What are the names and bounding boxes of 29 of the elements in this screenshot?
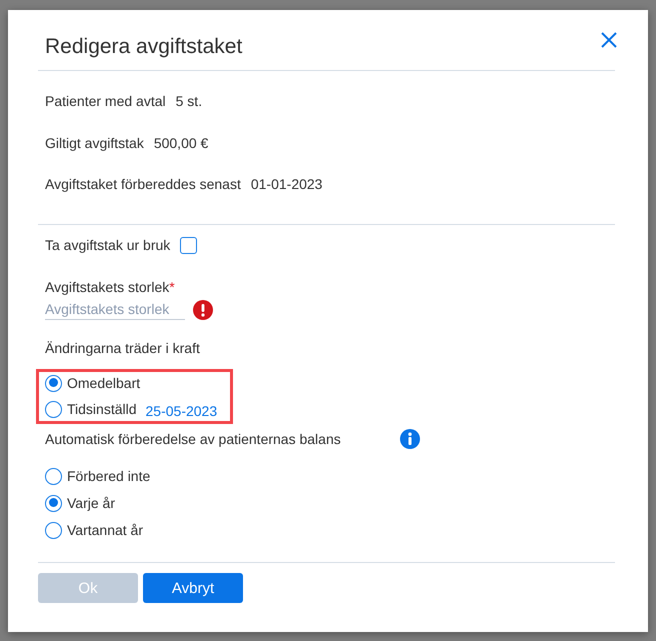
close-icon (601, 32, 617, 48)
date-link[interactable]: 25-05-2023 (146, 401, 218, 421)
radio-label[interactable]: Förbered inte (67, 466, 150, 486)
radio-button[interactable] (45, 374, 62, 392)
required-mark: * (169, 278, 175, 297)
radio-button[interactable] (45, 400, 62, 418)
radio-label[interactable]: Varje år (67, 493, 115, 513)
radio-label[interactable]: Tidsinställd (67, 399, 137, 419)
info-icon[interactable] (400, 429, 420, 449)
dialog-title: Redigera avgiftstaket (45, 34, 242, 60)
radio-button[interactable] (45, 468, 62, 484)
radio-button[interactable] (45, 522, 62, 538)
field-label: Avgiftstakets storlek (45, 278, 170, 297)
info-label: Giltigt avgiftstak (45, 134, 144, 152)
radio-label[interactable]: Omedelbart (67, 373, 140, 393)
section-label: Automatisk förberedelse av patienternas balans (45, 430, 342, 449)
cancel-button[interactable]: Avbryt (143, 573, 243, 603)
radio-button[interactable] (45, 494, 62, 512)
info-label: Patienter med avtal (45, 92, 166, 111)
info-label: Avgiftstaket förbereddes senast (45, 175, 241, 194)
size-input[interactable]: Avgiftstakets storlek (45, 299, 185, 320)
info-value: 5 st. (176, 92, 202, 111)
radio-label[interactable]: Vartannat år (67, 520, 144, 540)
info-value: 500,00 € (154, 134, 208, 152)
section-label: Ändringarna träder i kraft (45, 339, 200, 358)
close-button[interactable] (601, 32, 617, 48)
checkbox-label: Ta avgiftstak ur bruk (45, 236, 170, 255)
info-value: 01-01-2023 (250, 175, 322, 194)
checkbox[interactable] (180, 236, 198, 254)
